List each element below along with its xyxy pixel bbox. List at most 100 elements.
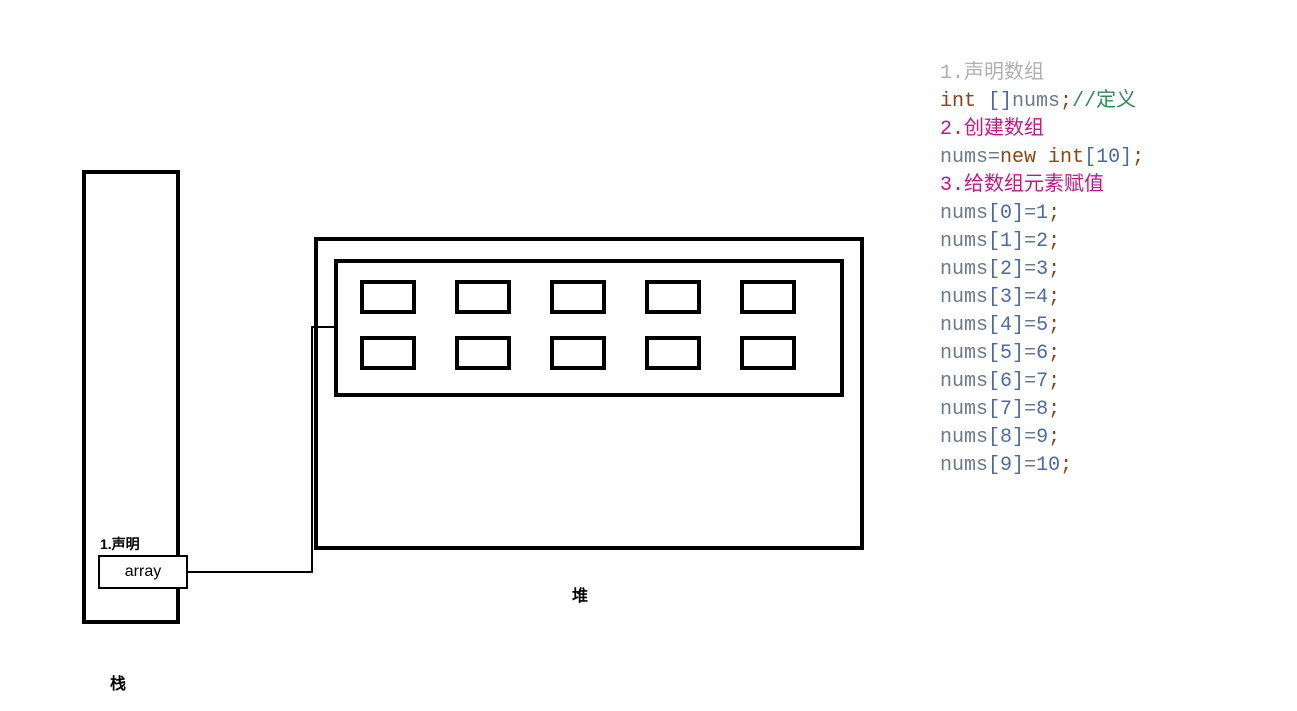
code-semi: ; bbox=[1048, 230, 1060, 253]
code-bracket: ] bbox=[1012, 258, 1024, 281]
connector-line bbox=[311, 326, 313, 573]
code-line: nums[7]=8; bbox=[940, 396, 1144, 424]
code-bracket: [ bbox=[988, 398, 1000, 421]
code-bracket: [ bbox=[988, 342, 1000, 365]
code-line: nums[6]=7; bbox=[940, 368, 1144, 396]
code-panel: 1.声明数组 int []nums;//定义 2.创建数组 nums=new i… bbox=[940, 60, 1144, 480]
code-number: 6 bbox=[1000, 370, 1012, 393]
heap-cell bbox=[360, 280, 416, 314]
code-line: nums[2]=3; bbox=[940, 256, 1144, 284]
heap-cell bbox=[455, 280, 511, 314]
code-line: nums[4]=5; bbox=[940, 312, 1144, 340]
code-number: 1 bbox=[1000, 230, 1012, 253]
code-bracket: ] bbox=[1012, 342, 1024, 365]
code-keyword-new: new bbox=[1000, 146, 1048, 169]
code-bracket: [ bbox=[1084, 146, 1096, 169]
code-number: 8 bbox=[1036, 398, 1048, 421]
code-text: 3.给数组元素赋值 bbox=[940, 174, 1104, 197]
code-ident: nums bbox=[940, 342, 988, 365]
code-eq: = bbox=[1024, 258, 1036, 281]
code-semi: ; bbox=[1048, 314, 1060, 337]
code-bracket: [ bbox=[988, 370, 1000, 393]
code-number: 10 bbox=[1096, 146, 1120, 169]
code-bracket: ] bbox=[1012, 230, 1024, 253]
code-eq: = bbox=[1024, 398, 1036, 421]
diagram-canvas: 1.声明 array 栈 堆 1.声明数组 int []nums;//定义 2.… bbox=[0, 0, 1297, 711]
code-bracket: [ bbox=[988, 258, 1000, 281]
code-number: 6 bbox=[1036, 342, 1048, 365]
code-line: nums=new int[10]; bbox=[940, 144, 1144, 172]
code-keyword-int: int bbox=[940, 90, 988, 113]
code-number: 3 bbox=[1036, 258, 1048, 281]
code-brackets: [] bbox=[988, 90, 1012, 113]
code-semi: ; bbox=[1060, 90, 1072, 113]
code-number: 7 bbox=[1000, 398, 1012, 421]
code-ident: nums bbox=[940, 314, 988, 337]
code-bracket: ] bbox=[1012, 286, 1024, 309]
code-comment: //定义 bbox=[1072, 90, 1136, 113]
heap-cell bbox=[645, 280, 701, 314]
code-eq: = bbox=[1024, 426, 1036, 449]
code-semi: ; bbox=[1048, 398, 1060, 421]
heap-cell bbox=[550, 280, 606, 314]
code-number: 9 bbox=[1000, 454, 1012, 477]
code-semi: ; bbox=[1048, 342, 1060, 365]
code-ident: nums bbox=[1012, 90, 1060, 113]
heap-cell bbox=[740, 336, 796, 370]
code-ident: nums bbox=[940, 370, 988, 393]
code-bracket: [ bbox=[988, 314, 1000, 337]
code-bracket: ] bbox=[1012, 426, 1024, 449]
code-semi: ; bbox=[1048, 370, 1060, 393]
heap-cell bbox=[550, 336, 606, 370]
declare-label: 1.声明 bbox=[100, 534, 140, 554]
code-number: 9 bbox=[1036, 426, 1048, 449]
code-eq: = bbox=[1024, 342, 1036, 365]
code-number: 0 bbox=[1000, 202, 1012, 225]
code-line: nums[0]=1; bbox=[940, 200, 1144, 228]
code-bracket: [ bbox=[988, 230, 1000, 253]
heap-cell bbox=[740, 280, 796, 314]
code-eq: = bbox=[1024, 230, 1036, 253]
code-bracket: ] bbox=[1120, 146, 1132, 169]
code-bracket: [ bbox=[988, 454, 1000, 477]
code-line: int []nums;//定义 bbox=[940, 88, 1144, 116]
code-eq: = bbox=[1024, 370, 1036, 393]
code-ident: nums bbox=[940, 286, 988, 309]
code-number: 10 bbox=[1036, 454, 1060, 477]
code-semi: ; bbox=[1048, 202, 1060, 225]
code-number: 3 bbox=[1000, 286, 1012, 309]
code-number: 5 bbox=[1000, 342, 1012, 365]
code-bracket: ] bbox=[1012, 314, 1024, 337]
code-eq: = bbox=[1024, 314, 1036, 337]
code-ident: nums bbox=[940, 146, 988, 169]
code-line: nums[9]=10; bbox=[940, 452, 1144, 480]
array-cell: array bbox=[98, 555, 188, 589]
code-line: nums[1]=2; bbox=[940, 228, 1144, 256]
code-line: nums[3]=4; bbox=[940, 284, 1144, 312]
connector-line bbox=[311, 326, 335, 328]
code-ident: nums bbox=[940, 230, 988, 253]
code-line: 1.声明数组 bbox=[940, 60, 1144, 88]
code-bracket: [ bbox=[988, 202, 1000, 225]
code-ident: nums bbox=[940, 258, 988, 281]
code-number: 5 bbox=[1036, 314, 1048, 337]
code-number: 2 bbox=[1036, 230, 1048, 253]
code-number: 4 bbox=[1036, 286, 1048, 309]
code-text: 2.创建数组 bbox=[940, 118, 1044, 141]
connector-line bbox=[188, 571, 313, 573]
code-eq: = bbox=[988, 146, 1000, 169]
code-semi: ; bbox=[1132, 146, 1144, 169]
code-number: 4 bbox=[1000, 314, 1012, 337]
code-bracket: ] bbox=[1012, 202, 1024, 225]
code-ident: nums bbox=[940, 202, 988, 225]
heap-caption: 堆 bbox=[572, 582, 588, 606]
code-line: 2.创建数组 bbox=[940, 116, 1144, 144]
code-number: 8 bbox=[1000, 426, 1012, 449]
code-eq: = bbox=[1024, 286, 1036, 309]
code-semi: ; bbox=[1060, 454, 1072, 477]
heap-cell bbox=[645, 336, 701, 370]
code-line: 3.给数组元素赋值 bbox=[940, 172, 1144, 200]
code-line: nums[8]=9; bbox=[940, 424, 1144, 452]
code-semi: ; bbox=[1048, 426, 1060, 449]
code-ident: nums bbox=[940, 454, 988, 477]
